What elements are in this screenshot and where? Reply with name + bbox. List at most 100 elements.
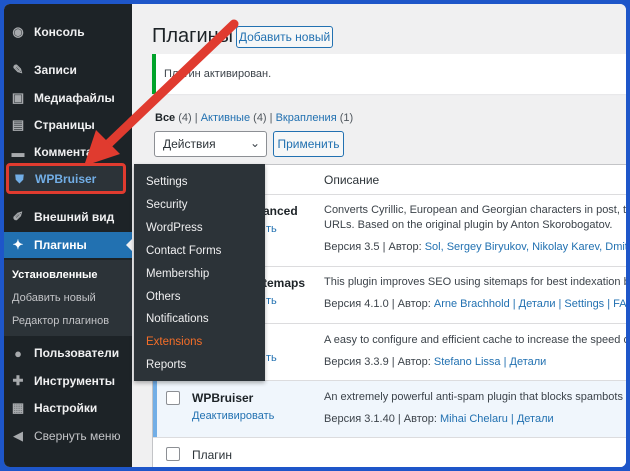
plugin-description: An extremely powerful anti-spam plugin t… (324, 391, 630, 403)
menu-wpbruiser[interactable]: ⛊ WPBruiser (6, 163, 126, 194)
menu-plugins[interactable]: ✦ Плагины (4, 232, 132, 258)
flyout-item-settings[interactable]: Settings (146, 176, 188, 188)
admin-sidebar: ◉ Консоль ✎ Записи ▣ Медиафайлы ▤ Страни… (4, 4, 132, 467)
flyout-item-contact-forms[interactable]: Contact Forms (146, 245, 221, 257)
menu-appearance[interactable]: ✐ Внешний вид (4, 204, 132, 230)
menu-label: Настройки (34, 401, 98, 415)
active-row-background (153, 381, 626, 437)
plugin-author-links[interactable]: Sol, Sergey Biryukov, Nikolay Karev, Dmi… (425, 241, 626, 253)
flyout-item-membership[interactable]: Membership (146, 268, 209, 280)
row-checkbox[interactable] (166, 391, 180, 405)
plugin-meta: Версия 4.1.0 | Автор: Arne Brachhold | Д… (324, 298, 626, 310)
plugin-author-links[interactable]: Mihai Chelaru | Детали (440, 413, 554, 425)
menu-settings[interactable]: ▦ Настройки (4, 395, 132, 421)
flyout-item-reports[interactable]: Reports (146, 359, 186, 371)
column-header-description[interactable]: Описание (324, 173, 379, 187)
flyout-item-others[interactable]: Others (146, 291, 181, 303)
appearance-icon: ✐ (12, 209, 24, 224)
flyout-item-wordpress[interactable]: WordPress (146, 222, 203, 234)
wpbruiser-flyout-menu: Settings Security WordPress Contact Form… (134, 164, 265, 381)
plugin-author-links[interactable]: Arne Brachhold | Детали | Settings | FAQ… (434, 298, 626, 310)
filter-dropins[interactable]: Вкрапления (276, 112, 337, 124)
menu-media[interactable]: ▣ Медиафайлы (4, 85, 132, 111)
page-title: Плагины (152, 25, 234, 47)
plugin-description: A easy to configure and efficient cache … (324, 334, 630, 346)
filter-all[interactable]: Все (155, 112, 175, 124)
menu-label: Консоль (34, 25, 85, 39)
bulk-actions-value: Действия (163, 137, 216, 151)
users-icon: ● (14, 345, 22, 361)
plugin-meta: Версия 3.5 | Автор: Sol, Sergey Biryukov… (324, 241, 626, 253)
media-icon: ▣ (11, 90, 25, 105)
menu-tools[interactable]: ✚ Инструменты (4, 368, 132, 394)
plugin-filters: Все (4) | Активные (4) | Вкрапления (1) (155, 112, 353, 124)
deactivate-link[interactable]: Деактивировать (192, 410, 274, 422)
flyout-item-notifications[interactable]: Notifications (146, 313, 209, 325)
screenshot-frame: Плагины Добавить новый Плагин активирова… (0, 0, 630, 471)
menu-label: Плагины (34, 238, 87, 252)
plugin-action-link[interactable]: ть (266, 223, 277, 235)
menu-label: Записи (34, 63, 77, 77)
plugin-name: anced (263, 204, 298, 218)
filter-all-count: (4) (178, 112, 192, 124)
dashboard-icon: ◉ (12, 24, 24, 39)
menu-label: Комментарии (34, 145, 115, 159)
shield-icon: ⛊ (15, 172, 25, 186)
active-row-indicator (153, 381, 157, 437)
plugin-meta: Версия 3.3.9 | Автор: Stefano Lissa | Де… (324, 356, 546, 368)
plugin-name: temaps (263, 276, 306, 290)
footer-select-all-checkbox[interactable] (166, 447, 180, 461)
menu-label: WPBruiser (35, 172, 97, 186)
flyout-item-extensions[interactable]: Extensions (146, 336, 202, 348)
plugin-version: Версия 3.5 | Автор: (324, 241, 422, 253)
filter-separator: | (269, 112, 273, 124)
menu-label: Пользователи (34, 346, 120, 360)
submenu-add-new[interactable]: Добавить новый (12, 292, 96, 304)
menu-label: Страницы (34, 118, 95, 132)
comments-icon: ▬ (11, 144, 25, 160)
pages-icon: ▤ (11, 117, 25, 132)
filter-dropins-count: (1) (339, 112, 354, 124)
settings-icon: ▦ (11, 400, 25, 415)
column-footer-plugin[interactable]: Плагин (192, 448, 232, 462)
menu-posts[interactable]: ✎ Записи (4, 57, 132, 83)
add-new-plugin-button[interactable]: Добавить новый (236, 26, 333, 48)
menu-users[interactable]: ● Пользователи (4, 340, 132, 366)
plugin-description: This plugin improves SEO using sitemaps … (324, 276, 630, 288)
tools-icon: ✚ (12, 373, 24, 388)
filter-separator: | (194, 112, 198, 124)
menu-collapse[interactable]: ◀ Свернуть меню (4, 423, 132, 449)
success-notice: Плагин активирован. (152, 54, 626, 94)
pin-icon: ✎ (12, 62, 24, 77)
menu-label: Инструменты (34, 374, 116, 388)
menu-label: Внешний вид (34, 210, 115, 224)
bulk-actions-select[interactable]: Действия ⌄ (154, 131, 267, 157)
notice-text: Плагин активирован. (164, 68, 272, 80)
filter-active[interactable]: Активные (201, 112, 250, 124)
plugin-description: Converts Cyrillic, European and Georgian… (324, 204, 630, 216)
menu-dashboard[interactable]: ◉ Консоль (4, 19, 132, 45)
plugin-version: Версия 3.1.40 | Автор: (324, 413, 437, 425)
plugins-icon: ✦ (12, 237, 24, 252)
plugin-meta: Версия 3.1.40 | Автор: Mihai Chelaru | Д… (324, 413, 554, 425)
plugin-action-link[interactable]: ть (266, 295, 277, 307)
plugin-author-links[interactable]: Stefano Lissa | Детали (434, 356, 546, 368)
row-divider (153, 437, 626, 438)
plugin-description: URLs. Based on the original plugin by An… (324, 219, 613, 231)
apply-button[interactable]: Применить (273, 131, 344, 157)
submenu-installed[interactable]: Установленные (12, 269, 98, 281)
menu-label: Медиафайлы (34, 91, 115, 105)
submenu-plugin-editor[interactable]: Редактор плагинов (12, 315, 109, 327)
plugin-version: Версия 3.3.9 | Автор: (324, 356, 431, 368)
menu-label: Свернуть меню (34, 429, 121, 443)
plugin-action-link[interactable]: ть (266, 352, 277, 364)
menu-comments[interactable]: ▬ Комментарии (4, 139, 132, 165)
chevron-down-icon: ⌄ (249, 136, 260, 150)
flyout-item-security[interactable]: Security (146, 199, 188, 211)
active-menu-arrow (126, 239, 132, 251)
menu-pages[interactable]: ▤ Страницы (4, 112, 132, 138)
plugin-version: Версия 4.1.0 | Автор: (324, 298, 431, 310)
filter-active-count: (4) (253, 112, 267, 124)
plugins-submenu: Установленные Добавить новый Редактор пл… (4, 260, 132, 336)
collapse-icon: ◀ (13, 428, 23, 443)
